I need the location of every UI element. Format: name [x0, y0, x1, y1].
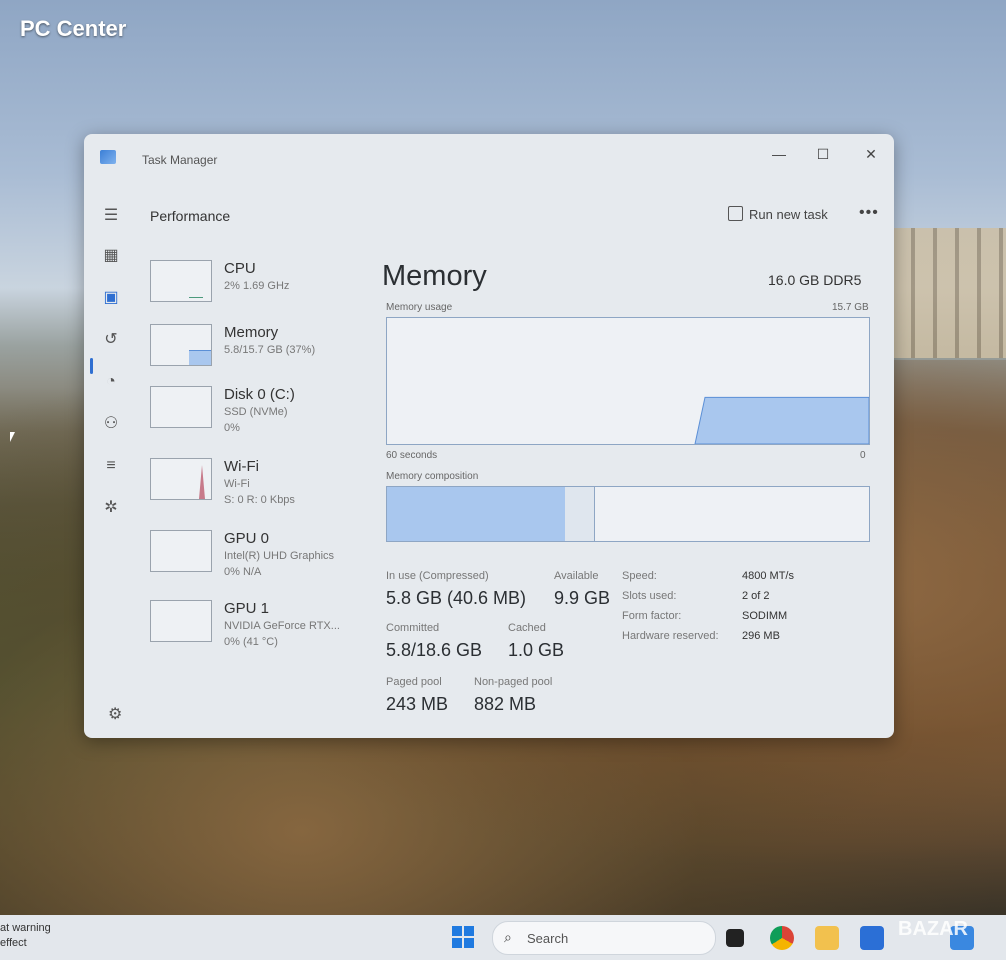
memory-usage-svg — [694, 396, 869, 444]
wallpaper-building — [893, 228, 1006, 358]
search-icon: ⌕ — [504, 929, 512, 945]
cpu-thumbnail — [150, 260, 212, 302]
list-item-sub: Intel(R) UHD Graphics — [224, 550, 335, 562]
usage-area — [694, 396, 869, 444]
window-title: Task Manager — [142, 153, 218, 167]
time-right-label: 0 — [860, 450, 866, 461]
more-options-button[interactable]: ••• — [859, 204, 879, 222]
task-manager-app-icon — [100, 150, 116, 164]
composition-modified — [565, 487, 595, 541]
cached-value: 1.0 GB — [508, 640, 565, 660]
wifi-thumbnail — [150, 458, 212, 500]
form-factor-label: Form factor: — [622, 610, 682, 622]
list-item-name: Disk 0 (C:) — [224, 386, 295, 403]
list-item-sub: SSD (NVMe) — [224, 406, 288, 418]
committed-label: Committed — [386, 622, 440, 634]
form-factor-value: SODIMM — [742, 610, 788, 622]
list-item-cpu[interactable]: CPU 2% 1.69 GHz — [148, 258, 378, 306]
memory-spec: 16.0 GB DDR5 — [768, 272, 862, 288]
list-item-name: GPU 1 — [224, 600, 270, 617]
watermark-bottom-right: BAZAR — [898, 918, 968, 940]
hardware-reserved-label: Hardware reserved: — [622, 630, 719, 642]
users-icon[interactable]: ⚇ — [98, 412, 124, 436]
hardware-reserved-value: 296 MB — [742, 630, 780, 642]
list-item-name: GPU 0 — [224, 530, 270, 547]
memory-title: Memory — [382, 260, 487, 292]
list-item-name: Memory — [224, 324, 279, 341]
list-item-sub: NVIDIA GeForce RTX... — [224, 620, 340, 632]
slots-used-value: 2 of 2 — [742, 590, 770, 602]
time-left-label: 60 seconds — [386, 450, 438, 461]
memory-composition-bar — [386, 486, 870, 542]
notice-line-2: effect — [0, 937, 27, 949]
usage-chart-max: 15.7 GB — [832, 302, 869, 313]
taskbar-notice: at warning effect — [0, 921, 51, 951]
app-history-icon[interactable]: ↺ — [98, 328, 124, 352]
gpu0-thumbnail — [150, 530, 212, 572]
list-item-wifi[interactable]: Wi-Fi Wi-Fi S: 0 R: 0 Kbps — [148, 456, 378, 506]
non-paged-pool-label: Non-paged pool — [474, 676, 553, 688]
list-item-name: Wi-Fi — [224, 458, 259, 475]
memory-thumbnail — [150, 324, 212, 366]
list-item-disk[interactable]: Disk 0 (C:) SSD (NVMe) 0% — [148, 384, 378, 434]
list-item-sub: 0% N/A — [224, 566, 262, 578]
in-use-value: 5.8 GB (40.6 MB) — [386, 588, 527, 608]
paged-pool-value: 243 MB — [386, 694, 449, 714]
store-icon[interactable] — [860, 926, 884, 950]
file-explorer-icon[interactable] — [815, 926, 839, 950]
settings-gear-icon[interactable]: ⚙ — [108, 704, 122, 724]
startup-apps-icon[interactable]: ◔ — [98, 370, 124, 394]
taskbar-search[interactable]: ⌕ Search — [492, 921, 716, 955]
minimize-button[interactable]: — — [764, 142, 794, 166]
start-button[interactable] — [452, 926, 474, 948]
disk-thumbnail — [150, 386, 212, 428]
list-item-sub: 2% 1.69 GHz — [224, 280, 290, 292]
page-title: Performance — [150, 208, 231, 224]
gpu1-thumbnail — [150, 600, 212, 642]
notice-line-1: at warning — [0, 922, 51, 934]
non-paged-pool-value: 882 MB — [474, 694, 537, 714]
available-value: 9.9 GB — [554, 588, 611, 608]
close-button[interactable]: ✕ — [856, 142, 886, 166]
list-item-memory[interactable]: Memory 5.8/15.7 GB (37%) — [148, 322, 378, 370]
performance-icon[interactable]: ▣ — [98, 286, 124, 310]
title-bar[interactable]: Task Manager — ☐ ✕ — [84, 134, 894, 178]
list-item-sub: Wi-Fi — [224, 478, 250, 490]
usage-chart-label: Memory usage — [386, 302, 453, 313]
committed-value: 5.8/18.6 GB — [386, 640, 483, 660]
run-new-task-button[interactable]: Run new task — [728, 206, 828, 222]
paged-pool-label: Paged pool — [386, 676, 442, 688]
hamburger-menu-icon[interactable]: ☰ — [98, 204, 124, 228]
processes-icon[interactable]: ▦ — [98, 244, 124, 268]
speed-value: 4800 MT/s — [742, 570, 794, 582]
details-icon[interactable]: ≡ — [98, 454, 124, 478]
speed-label: Speed: — [622, 570, 657, 582]
task-manager-window: Task Manager — ☐ ✕ ☰ ▦ ▣ ↺ ◔ ⚇ ≡ ✲ Perfo… — [84, 134, 894, 738]
slots-used-label: Slots used: — [622, 590, 677, 602]
memory-usage-chart — [386, 317, 870, 445]
services-icon[interactable]: ✲ — [98, 496, 124, 520]
list-item-sub: 0% (41 °C) — [224, 636, 278, 648]
list-item-sub: S: 0 R: 0 Kbps — [224, 494, 295, 506]
composition-in-use — [387, 487, 566, 541]
list-item-gpu0[interactable]: GPU 0 Intel(R) UHD Graphics 0% N/A — [148, 528, 378, 578]
taskbar: at warning effect ⌕ Search — [0, 915, 1006, 960]
composition-label: Memory composition — [386, 471, 479, 482]
mouse-cursor-icon — [10, 432, 15, 442]
watermark-text: PC Center — [20, 16, 127, 41]
list-item-name: CPU — [224, 260, 256, 277]
search-placeholder: Search — [527, 931, 569, 946]
in-use-label: In use (Compressed) — [386, 570, 489, 582]
list-item-sub: 0% — [224, 422, 240, 434]
run-task-icon — [728, 206, 743, 221]
available-label: Available — [554, 570, 599, 582]
maximize-button[interactable]: ☐ — [808, 142, 838, 166]
chrome-icon[interactable] — [770, 926, 794, 950]
cached-label: Cached — [508, 622, 546, 634]
task-view-icon[interactable] — [726, 929, 744, 947]
run-new-task-label: Run new task — [749, 207, 828, 222]
list-item-sub: 5.8/15.7 GB (37%) — [224, 344, 316, 356]
list-item-gpu1[interactable]: GPU 1 NVIDIA GeForce RTX... 0% (41 °C) — [148, 598, 378, 648]
active-indicator — [90, 358, 93, 374]
